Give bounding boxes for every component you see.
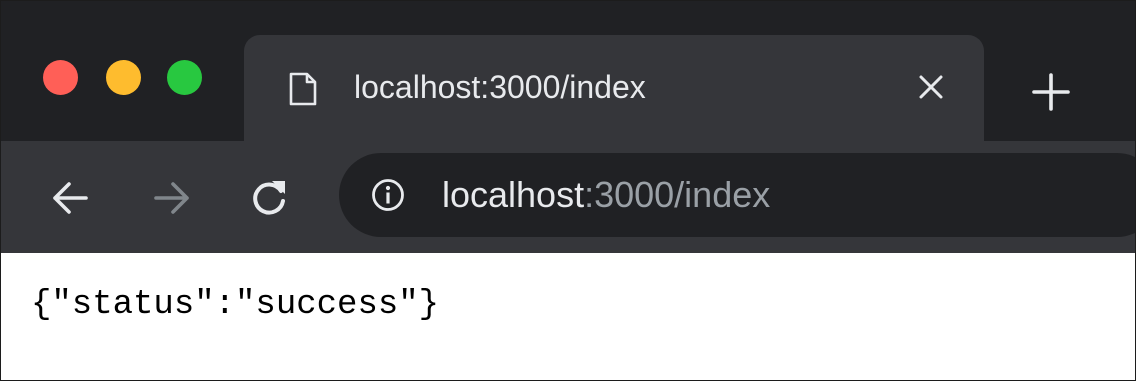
zoom-window-button[interactable] [167, 60, 202, 95]
tab-title: localhost:3000/index [354, 69, 646, 105]
toolbar: localhost:3000/index [1, 141, 1135, 253]
plus-icon[interactable] [1031, 72, 1071, 112]
arrow-right-icon[interactable] [151, 177, 193, 219]
arrow-left-icon[interactable] [49, 177, 91, 219]
close-window-button[interactable] [43, 60, 78, 95]
close-icon[interactable] [916, 72, 946, 102]
reload-icon[interactable] [248, 177, 290, 219]
minimize-window-button[interactable] [106, 60, 141, 95]
url-path: :3000/index [584, 174, 771, 215]
address-bar[interactable]: localhost:3000/index [339, 153, 1135, 237]
json-response-text: {"status":"success"} [31, 286, 440, 324]
document-icon [289, 72, 317, 106]
info-icon[interactable] [371, 178, 405, 212]
title-bar: localhost:3000/index [1, 1, 1135, 141]
url-host: localhost [442, 174, 585, 215]
url-text[interactable]: localhost:3000/index [442, 173, 770, 217]
browser-tab[interactable]: localhost:3000/index [244, 35, 984, 141]
browser-window: localhost:3000/index localhost:3000/inde… [0, 0, 1136, 381]
page-content: {"status":"success"} [1, 253, 1135, 380]
